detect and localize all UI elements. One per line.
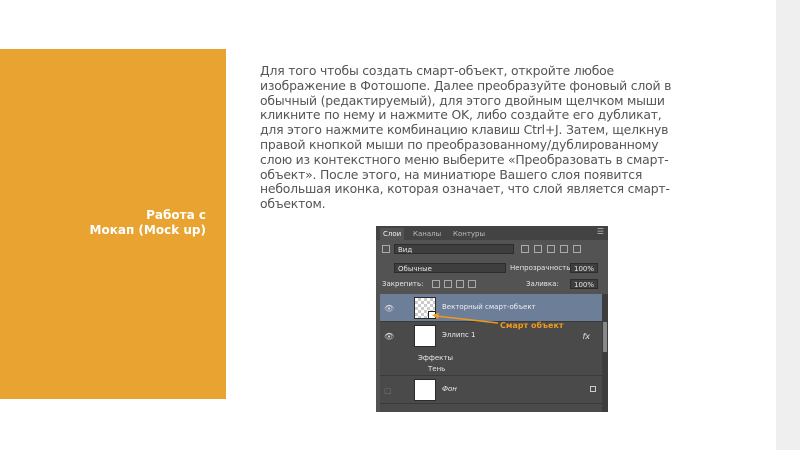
body-line: небольшая иконка, которая означает, что …: [260, 181, 670, 197]
lock-transparent-icon[interactable]: [432, 280, 440, 288]
eye-icon[interactable]: ▢: [384, 386, 392, 395]
layer-row-background[interactable]: ▢ Фон: [380, 376, 604, 404]
lock-move-icon[interactable]: [456, 280, 464, 288]
fill-value: 100%: [574, 281, 595, 289]
right-decor-stripe: [776, 0, 800, 450]
tab-layers[interactable]: Слои: [380, 228, 405, 240]
smart-object-annotation: Смарт объект: [500, 321, 564, 330]
fill-input[interactable]: 100%: [570, 279, 598, 289]
panel-tab-bar: Слои Каналы Контуры ☰: [376, 226, 608, 240]
body-line: объект». После этого, на миниатюре Вашег…: [260, 166, 643, 182]
layer-thumbnail: [414, 379, 436, 401]
filter-shape-icon[interactable]: [560, 245, 568, 253]
layer-row-ellipse[interactable]: 👁 Эллипс 1 fx Эффекты Тень: [380, 322, 604, 376]
panel-menu-icon[interactable]: ☰: [597, 227, 604, 236]
body-line: для этого нажмите комбинацию клавиш Ctrl…: [260, 122, 669, 138]
slide-title: Работа с Мокап (Mock up): [56, 208, 206, 238]
filter-adjust-icon[interactable]: [534, 245, 542, 253]
lock-paint-icon[interactable]: [444, 280, 452, 288]
layer-name: Эллипс 1: [442, 331, 476, 339]
body-line: объектом.: [260, 196, 326, 212]
slide-title-line-2: Мокап (Mock up): [89, 223, 206, 237]
filter-smart-icon[interactable]: [573, 245, 581, 253]
filter-type-icon[interactable]: [547, 245, 555, 253]
search-icon: [382, 245, 390, 253]
opacity-input[interactable]: 100%: [570, 263, 598, 273]
body-paragraph: Для того чтобы создать смарт-объект, отк…: [260, 63, 735, 212]
tab-paths[interactable]: Контуры: [450, 228, 488, 240]
lock-icon: [590, 386, 596, 392]
body-line: Для того чтобы создать смарт-объект, отк…: [260, 63, 614, 78]
body-line: обычный (редактируемый), для этого двойн…: [260, 92, 665, 108]
opacity-value: 100%: [574, 265, 595, 273]
shadow-label: Тень: [428, 365, 446, 373]
lock-label: Закрепить:: [382, 280, 424, 288]
filter-select[interactable]: Вид: [394, 244, 514, 254]
eye-icon[interactable]: 👁: [384, 332, 394, 341]
body-line: изображение в Фотошопе. Далее преобразуй…: [260, 77, 672, 93]
body-line: слою из контекстного меню выберите «Прео…: [260, 151, 669, 167]
scrollbar-thumb[interactable]: [603, 322, 607, 352]
opacity-label: Непрозрачность:: [510, 264, 573, 272]
body-line: кликните по нему и нажмите OK, либо созд…: [260, 107, 662, 123]
blend-mode-select[interactable]: Обычные: [394, 263, 506, 273]
eye-icon[interactable]: 👁: [384, 304, 394, 313]
layer-name: Фон: [442, 385, 457, 393]
lock-all-icon[interactable]: [468, 280, 476, 288]
body-line: правой кнопкой мыши по преобразованному/…: [260, 136, 659, 152]
filter-pixel-icon[interactable]: [521, 245, 529, 253]
blend-mode-value: Обычные: [398, 265, 432, 273]
slide-title-line-1: Работа с: [146, 208, 206, 222]
layers-scrollbar[interactable]: [602, 294, 608, 412]
fill-label: Заливка:: [526, 280, 559, 288]
effects-label: Эффекты: [418, 354, 453, 362]
tab-channels[interactable]: Каналы: [410, 228, 444, 240]
fx-icon[interactable]: fx: [582, 332, 590, 341]
annotation-arrow: [432, 313, 499, 324]
filter-value: Вид: [398, 246, 413, 254]
